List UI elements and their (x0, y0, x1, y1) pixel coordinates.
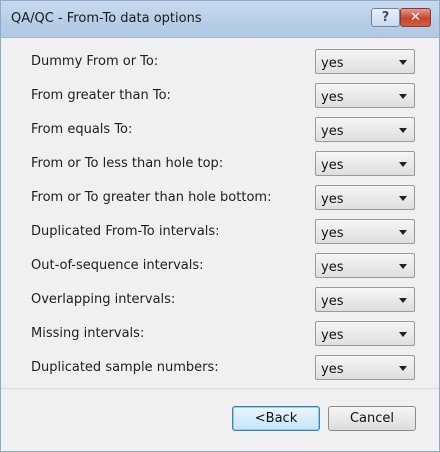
option-row-dummy: Dummy From or To: yes (31, 49, 421, 76)
chevron-down-icon (399, 60, 407, 65)
option-label: Out-of-sequence intervals: (31, 258, 204, 273)
option-label: Dummy From or To: (31, 54, 159, 69)
from-equals-to-select[interactable]: yes (315, 117, 415, 142)
duplicated-sample-numbers-select[interactable]: yes (315, 355, 415, 380)
out-of-sequence-select[interactable]: yes (315, 253, 415, 278)
chevron-down-icon (399, 162, 407, 167)
option-label: Duplicated From-To intervals: (31, 224, 220, 239)
title-bar[interactable]: QA/QC - From-To data options ? ✕ (1, 1, 439, 38)
select-value: yes (321, 90, 344, 105)
select-value: yes (321, 124, 344, 139)
chevron-down-icon (399, 332, 407, 337)
missing-intervals-select[interactable]: yes (315, 321, 415, 346)
chevron-down-icon (399, 94, 407, 99)
option-label: From or To greater than hole bottom: (31, 190, 272, 205)
chevron-down-icon (399, 298, 407, 303)
chevron-down-icon (399, 128, 407, 133)
option-label: From or To less than hole top: (31, 156, 224, 171)
back-button[interactable]: <Back (232, 406, 320, 431)
option-label: Missing intervals: (31, 326, 145, 341)
option-row-duplicated-intervals: Duplicated From-To intervals: yes (31, 219, 421, 246)
chevron-down-icon (399, 196, 407, 201)
select-value: yes (321, 158, 344, 173)
help-button[interactable]: ? (371, 8, 400, 27)
option-label: Overlapping intervals: (31, 292, 176, 307)
option-label: Duplicated sample numbers: (31, 360, 219, 375)
dummy-from-to-select[interactable]: yes (315, 49, 415, 74)
chevron-down-icon (399, 264, 407, 269)
option-label: From greater than To: (31, 88, 171, 103)
window-title: QA/QC - From-To data options (11, 11, 202, 26)
option-row-less-than-top: From or To less than hole top: yes (31, 151, 421, 178)
select-value: yes (321, 328, 344, 343)
select-value: yes (321, 260, 344, 275)
greater-than-hole-bottom-select[interactable]: yes (315, 185, 415, 210)
cancel-button[interactable]: Cancel (328, 406, 416, 431)
close-button[interactable]: ✕ (400, 8, 431, 27)
question-icon: ? (381, 10, 390, 25)
option-row-overlapping: Overlapping intervals: yes (31, 287, 421, 314)
select-value: yes (321, 56, 344, 71)
option-row-duplicated-samples: Duplicated sample numbers: yes (31, 355, 421, 382)
option-row-from-equals: From equals To: yes (31, 117, 421, 144)
overlapping-intervals-select[interactable]: yes (315, 287, 415, 312)
option-label: From equals To: (31, 122, 133, 137)
less-than-hole-top-select[interactable]: yes (315, 151, 415, 176)
from-greater-than-to-select[interactable]: yes (315, 83, 415, 108)
select-value: yes (321, 226, 344, 241)
chevron-down-icon (399, 366, 407, 371)
dialog-window: QA/QC - From-To data options ? ✕ Dummy F… (0, 0, 440, 452)
option-row-missing: Missing intervals: yes (31, 321, 421, 348)
select-value: yes (321, 362, 344, 377)
select-value: yes (321, 294, 344, 309)
option-row-greater-than-bottom: From or To greater than hole bottom: yes (31, 185, 421, 212)
duplicated-intervals-select[interactable]: yes (315, 219, 415, 244)
select-value: yes (321, 192, 344, 207)
option-row-from-greater: From greater than To: yes (31, 83, 421, 110)
close-icon: ✕ (410, 10, 421, 25)
option-row-out-of-sequence: Out-of-sequence intervals: yes (31, 253, 421, 280)
chevron-down-icon (399, 230, 407, 235)
footer-divider (1, 388, 439, 389)
